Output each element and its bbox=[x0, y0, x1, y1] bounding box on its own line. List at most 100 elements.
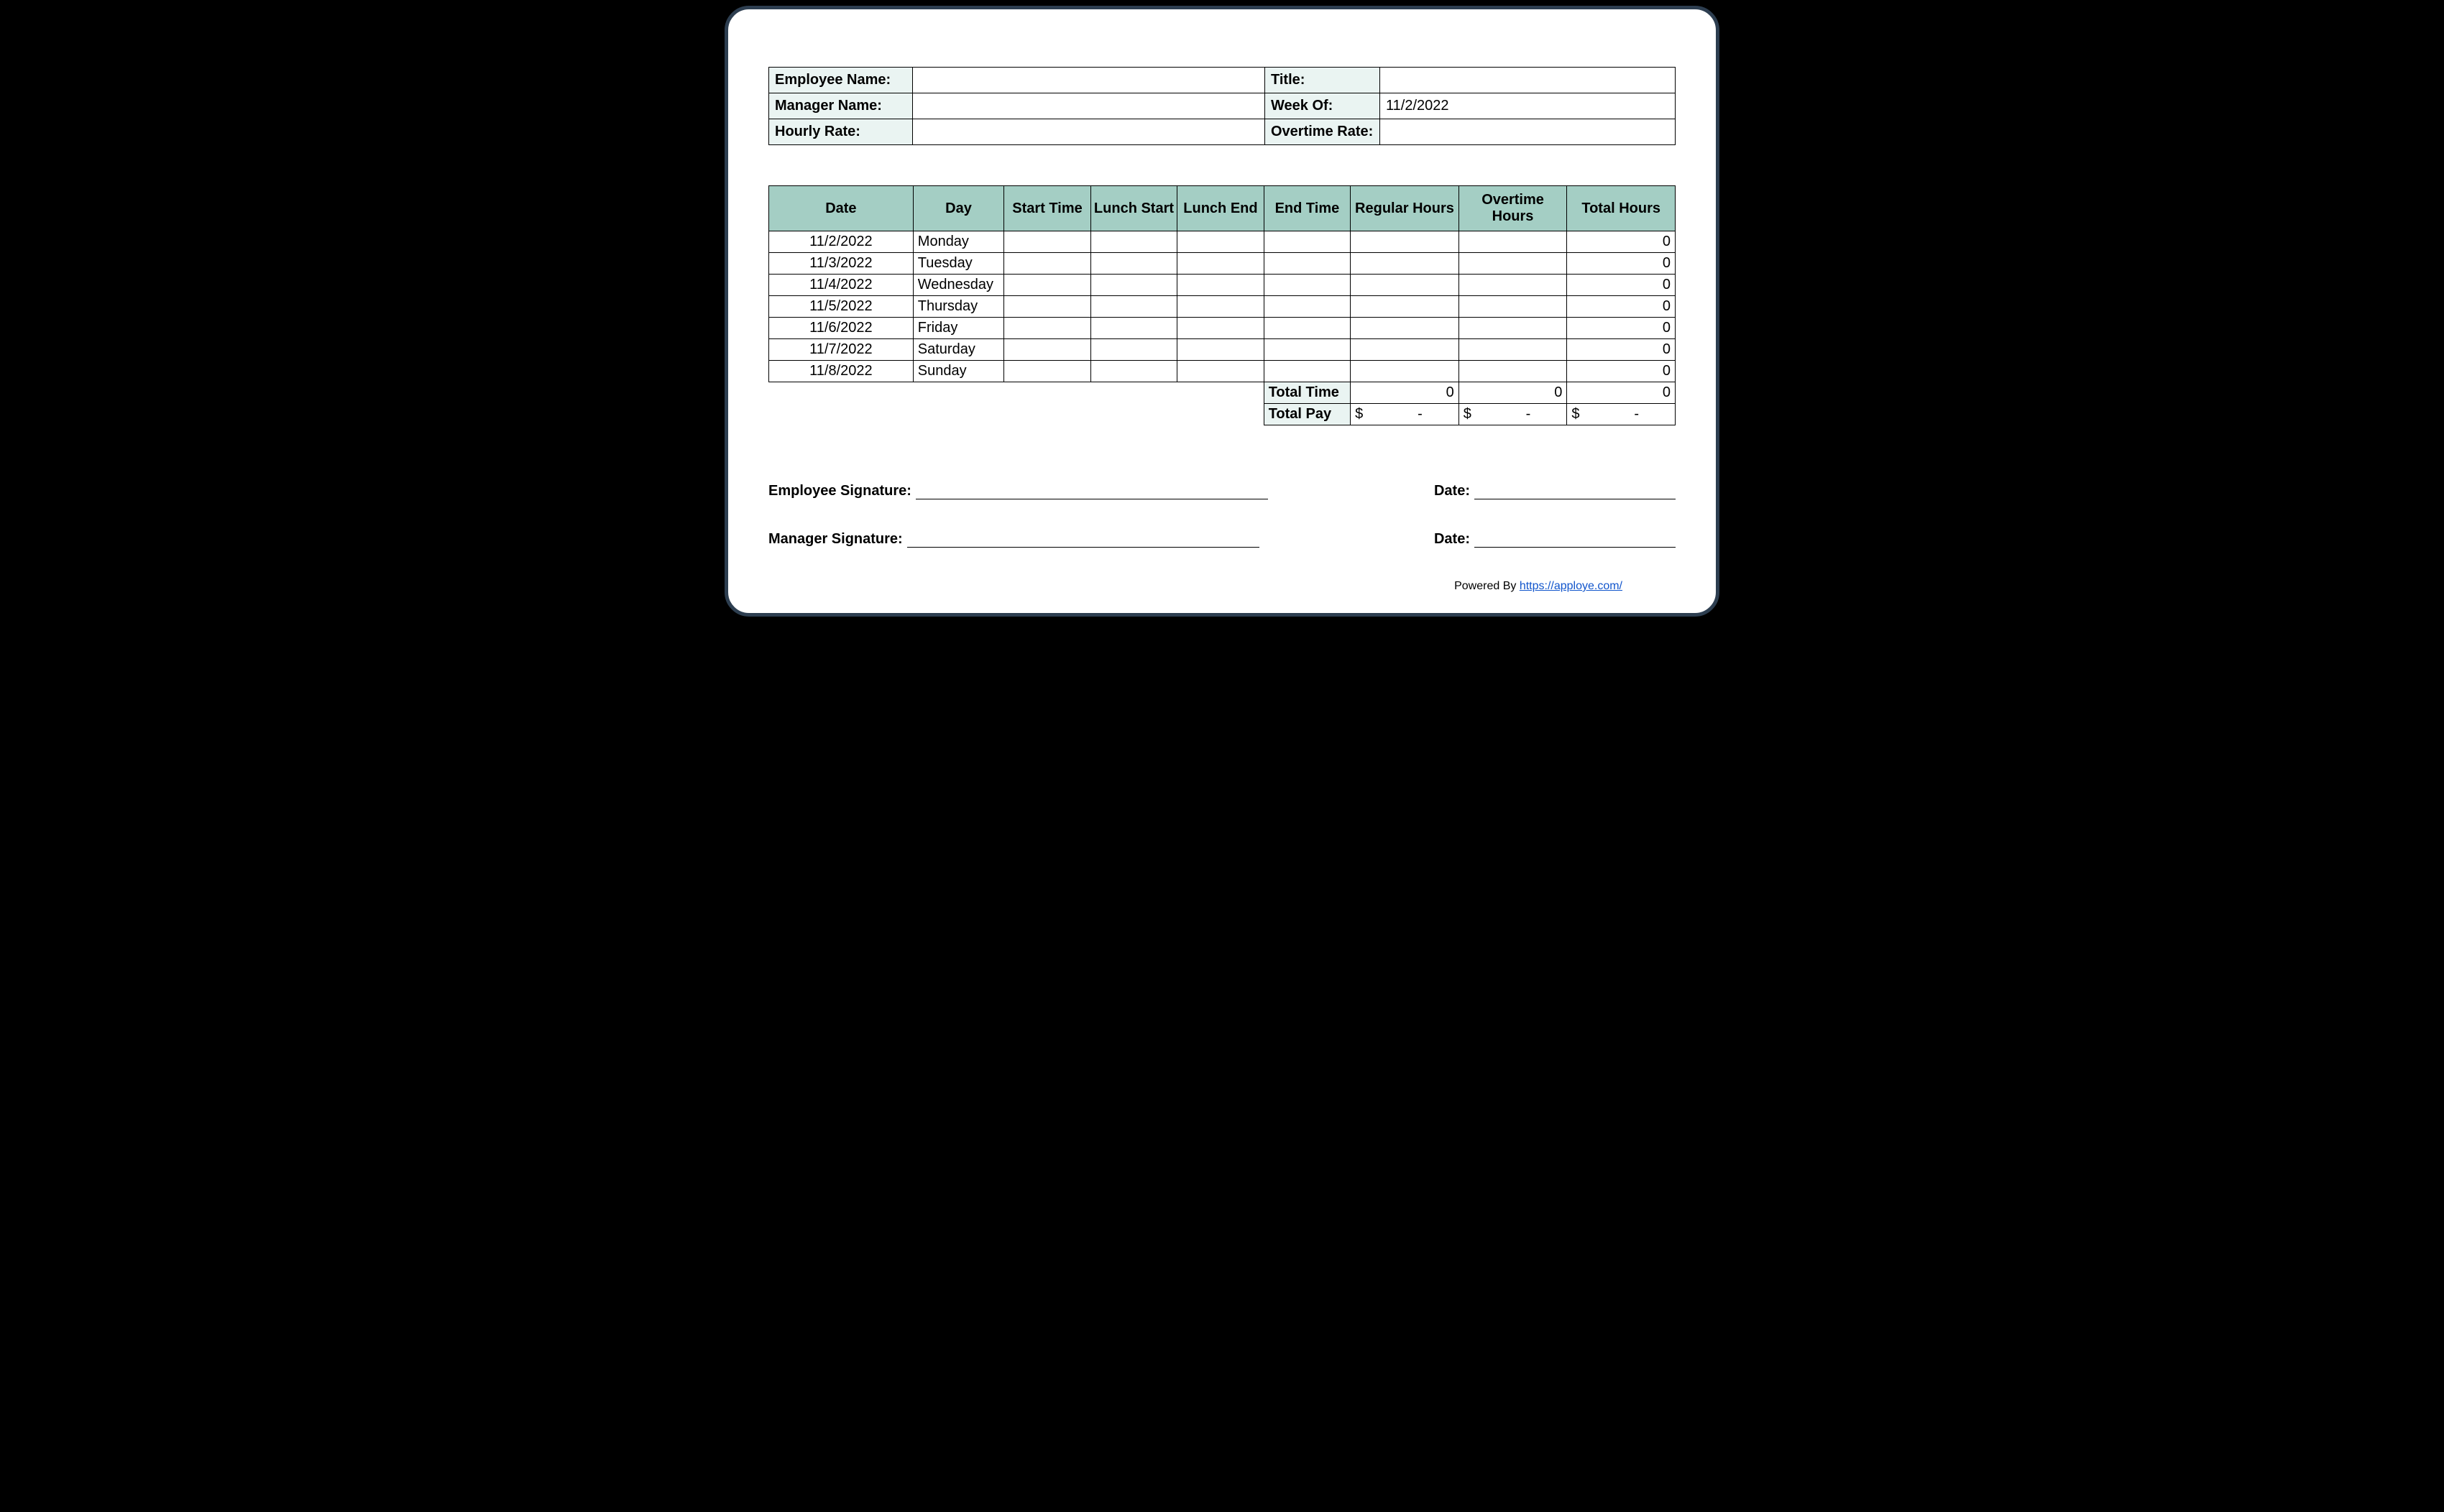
employee-signature-line[interactable] bbox=[916, 484, 1268, 499]
cell-regular-hours[interactable] bbox=[1351, 231, 1459, 253]
cell-lunch-end[interactable] bbox=[1177, 296, 1264, 318]
cell-regular-hours[interactable] bbox=[1351, 275, 1459, 296]
cell-start-time[interactable] bbox=[1004, 339, 1090, 361]
footer-link[interactable]: https://apploye.com/ bbox=[1520, 580, 1622, 592]
total-pay-regular: $ - bbox=[1351, 404, 1459, 425]
total-time-row: Total Time 0 0 0 bbox=[769, 382, 1676, 404]
manager-signature-line[interactable] bbox=[907, 532, 1259, 548]
cell-day: Saturday bbox=[913, 339, 1004, 361]
cell-regular-hours[interactable] bbox=[1351, 253, 1459, 275]
cell-start-time[interactable] bbox=[1004, 361, 1090, 382]
cell-lunch-start[interactable] bbox=[1090, 339, 1177, 361]
cell-end-time[interactable] bbox=[1264, 253, 1350, 275]
cell-end-time[interactable] bbox=[1264, 275, 1350, 296]
cell-end-time[interactable] bbox=[1264, 339, 1350, 361]
manager-signature-label: Manager Signature: bbox=[768, 531, 903, 548]
cell-total-hours: 0 bbox=[1567, 231, 1676, 253]
cell-date: 11/7/2022 bbox=[769, 339, 914, 361]
powered-by-text: Powered By bbox=[1454, 580, 1520, 592]
cell-day: Thursday bbox=[913, 296, 1004, 318]
employee-signature-label: Employee Signature: bbox=[768, 483, 911, 499]
cell-lunch-start[interactable] bbox=[1090, 361, 1177, 382]
week-of-value[interactable]: 11/2/2022 bbox=[1380, 93, 1676, 119]
cell-date: 11/4/2022 bbox=[769, 275, 914, 296]
cell-lunch-end[interactable] bbox=[1177, 253, 1264, 275]
total-pay-row: Total Pay $ - $ - $ - bbox=[769, 404, 1676, 425]
timesheet-row: 11/2/2022Monday 0 bbox=[769, 231, 1676, 253]
cell-lunch-end[interactable] bbox=[1177, 275, 1264, 296]
employee-name-label: Employee Name: bbox=[769, 68, 913, 93]
cell-day: Sunday bbox=[913, 361, 1004, 382]
employee-name-value[interactable] bbox=[913, 68, 1265, 93]
cell-total-hours: 0 bbox=[1567, 296, 1676, 318]
cell-regular-hours[interactable] bbox=[1351, 339, 1459, 361]
col-regular-hours: Regular Hours bbox=[1351, 186, 1459, 231]
cell-start-time[interactable] bbox=[1004, 296, 1090, 318]
cell-lunch-end[interactable] bbox=[1177, 361, 1264, 382]
cell-overtime-hours[interactable] bbox=[1458, 296, 1567, 318]
cell-lunch-start[interactable] bbox=[1090, 275, 1177, 296]
cell-overtime-hours[interactable] bbox=[1458, 231, 1567, 253]
cell-regular-hours[interactable] bbox=[1351, 318, 1459, 339]
cell-lunch-start[interactable] bbox=[1090, 296, 1177, 318]
cell-day: Tuesday bbox=[913, 253, 1004, 275]
col-start-time: Start Time bbox=[1004, 186, 1090, 231]
cell-end-time[interactable] bbox=[1264, 361, 1350, 382]
cell-date: 11/2/2022 bbox=[769, 231, 914, 253]
title-value[interactable] bbox=[1380, 68, 1676, 93]
cell-overtime-hours[interactable] bbox=[1458, 253, 1567, 275]
header-row-employee: Employee Name: Title: bbox=[769, 68, 1676, 93]
pay-dash: - bbox=[1418, 406, 1423, 423]
cell-lunch-start[interactable] bbox=[1090, 253, 1177, 275]
manager-name-value[interactable] bbox=[913, 93, 1265, 119]
currency-symbol: $ bbox=[1355, 406, 1363, 422]
cell-lunch-end[interactable] bbox=[1177, 231, 1264, 253]
hourly-rate-value[interactable] bbox=[913, 119, 1265, 145]
col-end-time: End Time bbox=[1264, 186, 1350, 231]
cell-day: Friday bbox=[913, 318, 1004, 339]
cell-lunch-end[interactable] bbox=[1177, 318, 1264, 339]
header-row-rate: Hourly Rate: Overtime Rate: bbox=[769, 119, 1676, 145]
pay-dash: - bbox=[1526, 406, 1531, 423]
cell-day: Monday bbox=[913, 231, 1004, 253]
timesheet-row: 11/7/2022Saturday 0 bbox=[769, 339, 1676, 361]
cell-overtime-hours[interactable] bbox=[1458, 318, 1567, 339]
cell-date: 11/3/2022 bbox=[769, 253, 914, 275]
cell-lunch-end[interactable] bbox=[1177, 339, 1264, 361]
manager-date-line[interactable] bbox=[1474, 532, 1676, 548]
currency-symbol: $ bbox=[1571, 406, 1579, 422]
cell-regular-hours[interactable] bbox=[1351, 361, 1459, 382]
cell-start-time[interactable] bbox=[1004, 318, 1090, 339]
cell-lunch-start[interactable] bbox=[1090, 318, 1177, 339]
employee-signature-row: Employee Signature: Date: bbox=[768, 483, 1676, 499]
cell-overtime-hours[interactable] bbox=[1458, 339, 1567, 361]
total-pay-overtime: $ - bbox=[1458, 404, 1567, 425]
total-time-regular: 0 bbox=[1351, 382, 1459, 404]
timesheet-header-row: Date Day Start Time Lunch Start Lunch En… bbox=[769, 186, 1676, 231]
employee-date-line[interactable] bbox=[1474, 484, 1676, 499]
cell-start-time[interactable] bbox=[1004, 253, 1090, 275]
title-label: Title: bbox=[1265, 68, 1380, 93]
header-row-manager: Manager Name: Week Of: 11/2/2022 bbox=[769, 93, 1676, 119]
cell-lunch-start[interactable] bbox=[1090, 231, 1177, 253]
cell-overtime-hours[interactable] bbox=[1458, 361, 1567, 382]
manager-date-label: Date: bbox=[1434, 531, 1470, 548]
overtime-rate-value[interactable] bbox=[1380, 119, 1676, 145]
document-card: Employee Name: Title: Manager Name: Week… bbox=[725, 6, 1719, 617]
cell-overtime-hours[interactable] bbox=[1458, 275, 1567, 296]
cell-start-time[interactable] bbox=[1004, 275, 1090, 296]
currency-symbol: $ bbox=[1464, 406, 1471, 422]
cell-start-time[interactable] bbox=[1004, 231, 1090, 253]
cell-regular-hours[interactable] bbox=[1351, 296, 1459, 318]
cell-end-time[interactable] bbox=[1264, 318, 1350, 339]
cell-end-time[interactable] bbox=[1264, 296, 1350, 318]
timesheet-row: 11/5/2022Thursday0 bbox=[769, 296, 1676, 318]
col-date: Date bbox=[769, 186, 914, 231]
manager-name-label: Manager Name: bbox=[769, 93, 913, 119]
col-lunch-start: Lunch Start bbox=[1090, 186, 1177, 231]
cell-end-time[interactable] bbox=[1264, 231, 1350, 253]
hourly-rate-label: Hourly Rate: bbox=[769, 119, 913, 145]
col-total-hours: Total Hours bbox=[1567, 186, 1676, 231]
cell-total-hours: 0 bbox=[1567, 339, 1676, 361]
cell-total-hours: 0 bbox=[1567, 253, 1676, 275]
